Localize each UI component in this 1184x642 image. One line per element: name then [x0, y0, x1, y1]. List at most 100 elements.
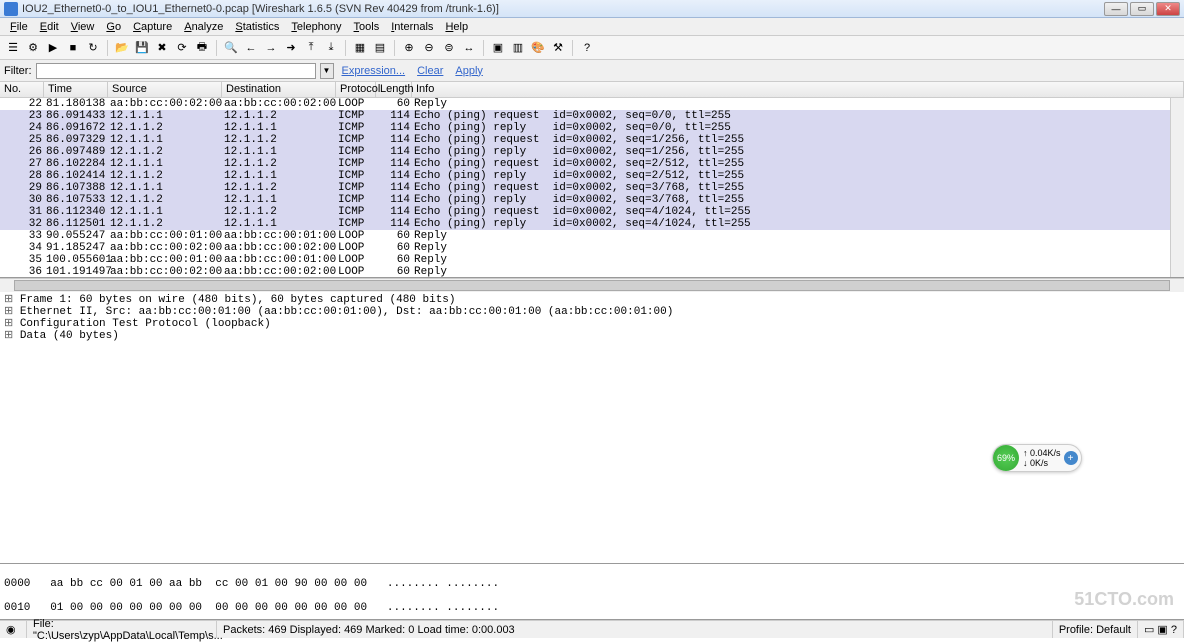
packet-row[interactable]: 3390.055247aa:bb:cc:00:01:00aa:bb:cc:00:… — [0, 230, 1184, 242]
separator — [216, 40, 217, 56]
options-icon[interactable]: ⚙ — [24, 39, 42, 57]
zoom-100-icon[interactable]: ⊜ — [440, 39, 458, 57]
widget-down: ↓ 0K/s — [1023, 458, 1061, 468]
stop-capture-icon[interactable]: ■ — [64, 39, 82, 57]
menu-edit[interactable]: Edit — [34, 21, 65, 33]
packet-row[interactable]: 35100.055601aa:bb:cc:00:01:00aa:bb:cc:00… — [0, 254, 1184, 266]
go-forward-icon[interactable]: → — [262, 39, 280, 57]
packet-row[interactable]: 2886.10241412.1.1.212.1.1.1ICMP114Echo (… — [0, 170, 1184, 182]
resize-cols-icon[interactable]: ↔ — [460, 39, 478, 57]
packet-row[interactable]: 3286.11250112.1.1.212.1.1.1ICMP114Echo (… — [0, 218, 1184, 230]
col-length[interactable]: Length — [376, 82, 412, 97]
zoom-in-icon[interactable]: ⊕ — [400, 39, 418, 57]
widget-pct: 69% — [993, 445, 1019, 471]
status-packets: Packets: 469 Displayed: 469 Marked: 0 Lo… — [217, 621, 1053, 638]
packet-row[interactable]: 2786.10228412.1.1.112.1.1.2ICMP114Echo (… — [0, 158, 1184, 170]
hex-line: 0010 01 00 00 00 00 00 00 00 00 00 00 00… — [4, 602, 1180, 614]
packet-row[interactable]: 2281.180138aa:bb:cc:00:02:00aa:bb:cc:00:… — [0, 98, 1184, 110]
col-time[interactable]: Time — [44, 82, 108, 97]
close-button[interactable]: ✕ — [1156, 2, 1180, 16]
menu-file[interactable]: File — [4, 21, 34, 33]
vertical-scrollbar[interactable] — [1170, 98, 1184, 277]
packet-row[interactable]: 3186.11234012.1.1.112.1.1.2ICMP114Echo (… — [0, 206, 1184, 218]
detail-row[interactable]: Frame 1: 60 bytes on wire (480 bits), 60… — [4, 294, 1180, 306]
go-first-icon[interactable]: ⤒ — [302, 39, 320, 57]
menu-help[interactable]: Help — [439, 21, 474, 33]
menu-tools[interactable]: Tools — [348, 21, 386, 33]
save-icon[interactable]: 💾 — [133, 39, 151, 57]
packet-row[interactable]: 3491.185247aa:bb:cc:00:02:00aa:bb:cc:00:… — [0, 242, 1184, 254]
packet-row[interactable]: 3086.10753312.1.1.212.1.1.1ICMP114Echo (… — [0, 194, 1184, 206]
find-icon[interactable]: 🔍 — [222, 39, 240, 57]
expression-link[interactable]: Expression... — [342, 65, 406, 77]
minimize-button[interactable]: — — [1104, 2, 1128, 16]
detail-row[interactable]: Configuration Test Protocol (loopback) — [4, 318, 1180, 330]
prefs-icon[interactable]: ⚒ — [549, 39, 567, 57]
statusbar: ◉ File: "C:\Users\zyp\AppData\Local\Temp… — [0, 620, 1184, 638]
packet-list-header: No. Time Source Destination Protocol Len… — [0, 82, 1184, 98]
menu-go[interactable]: Go — [100, 21, 127, 33]
zoom-out-icon[interactable]: ⊖ — [420, 39, 438, 57]
watermark: 51CTO.com — [1074, 589, 1174, 610]
menu-view[interactable]: View — [65, 21, 101, 33]
menu-analyze[interactable]: Analyze — [178, 21, 229, 33]
close-file-icon[interactable]: ✖ — [153, 39, 171, 57]
menu-internals[interactable]: Internals — [385, 21, 439, 33]
restart-capture-icon[interactable]: ↻ — [84, 39, 102, 57]
status-profile[interactable]: Profile: Default — [1053, 621, 1138, 638]
packet-list-pane: No. Time Source Destination Protocol Len… — [0, 82, 1184, 278]
print-icon[interactable]: 🖶 — [193, 39, 211, 57]
col-protocol[interactable]: Protocol — [336, 82, 376, 97]
separator — [572, 40, 573, 56]
reload-icon[interactable]: ⟳ — [173, 39, 191, 57]
packet-rows: 2281.180138aa:bb:cc:00:02:00aa:bb:cc:00:… — [0, 98, 1184, 278]
col-destination[interactable]: Destination — [222, 82, 336, 97]
go-last-icon[interactable]: ⤓ — [322, 39, 340, 57]
window-title: IOU2_Ethernet0-0_to_IOU1_Ethernet0-0.pca… — [22, 3, 1104, 15]
start-capture-icon[interactable]: ▶ — [44, 39, 62, 57]
window-button-group: — ▭ ✕ — [1104, 2, 1180, 16]
packet-row[interactable]: 2586.09732912.1.1.112.1.1.2ICMP114Echo (… — [0, 134, 1184, 146]
apply-link[interactable]: Apply — [455, 65, 483, 77]
menu-capture[interactable]: Capture — [127, 21, 178, 33]
horizontal-scrollbar[interactable] — [0, 278, 1184, 292]
network-monitor-widget[interactable]: 69% ↑ 0.04K/s ↓ 0K/s + — [992, 444, 1082, 472]
filter-input[interactable] — [36, 63, 316, 79]
display-filters-icon[interactable]: ▥ — [509, 39, 527, 57]
detail-row[interactable]: Ethernet II, Src: aa:bb:cc:00:01:00 (aa:… — [4, 306, 1180, 318]
interfaces-icon[interactable]: ☰ — [4, 39, 22, 57]
menu-telephony[interactable]: Telephony — [285, 21, 347, 33]
status-icon[interactable]: ◉ — [0, 621, 27, 638]
col-no[interactable]: No. — [0, 82, 44, 97]
coloring-rules-icon[interactable]: 🎨 — [529, 39, 547, 57]
scroll-thumb[interactable] — [14, 280, 1170, 291]
go-back-icon[interactable]: ← — [242, 39, 260, 57]
open-icon[interactable]: 📂 — [113, 39, 131, 57]
auto-scroll-icon[interactable]: ▤ — [371, 39, 389, 57]
help-icon[interactable]: ? — [578, 39, 596, 57]
colorize-icon[interactable]: ▦ — [351, 39, 369, 57]
packet-row[interactable]: 2386.09143312.1.1.112.1.1.2ICMP114Echo (… — [0, 110, 1184, 122]
status-file: File: "C:\Users\zyp\AppData\Local\Temp\s… — [27, 621, 217, 638]
packet-details-pane[interactable]: Frame 1: 60 bytes on wire (480 bits), 60… — [0, 292, 1184, 564]
packet-row[interactable]: 36101.191497aa:bb:cc:00:02:00aa:bb:cc:00… — [0, 266, 1184, 278]
menu-statistics[interactable]: Statistics — [229, 21, 285, 33]
hex-line: 0000 aa bb cc 00 01 00 aa bb cc 00 01 00… — [4, 578, 1180, 590]
clear-link[interactable]: Clear — [417, 65, 443, 77]
col-source[interactable]: Source — [108, 82, 222, 97]
filter-bar: Filter: ▼ Expression... Clear Apply — [0, 60, 1184, 82]
widget-plus-icon[interactable]: + — [1064, 451, 1078, 465]
capture-filters-icon[interactable]: ▣ — [489, 39, 507, 57]
maximize-button[interactable]: ▭ — [1130, 2, 1154, 16]
hex-dump-pane[interactable]: 0000 aa bb cc 00 01 00 aa bb cc 00 01 00… — [0, 564, 1184, 620]
filter-dropdown-icon[interactable]: ▼ — [320, 63, 334, 79]
separator — [394, 40, 395, 56]
separator — [345, 40, 346, 56]
packet-row[interactable]: 2686.09748912.1.1.212.1.1.1ICMP114Echo (… — [0, 146, 1184, 158]
widget-up: ↑ 0.04K/s — [1023, 448, 1061, 458]
packet-row[interactable]: 2486.09167212.1.1.212.1.1.1ICMP114Echo (… — [0, 122, 1184, 134]
go-to-icon[interactable]: ➜ — [282, 39, 300, 57]
detail-row[interactable]: Data (40 bytes) — [4, 330, 1180, 342]
col-info[interactable]: Info — [412, 82, 1184, 97]
packet-row[interactable]: 2986.10738812.1.1.112.1.1.2ICMP114Echo (… — [0, 182, 1184, 194]
